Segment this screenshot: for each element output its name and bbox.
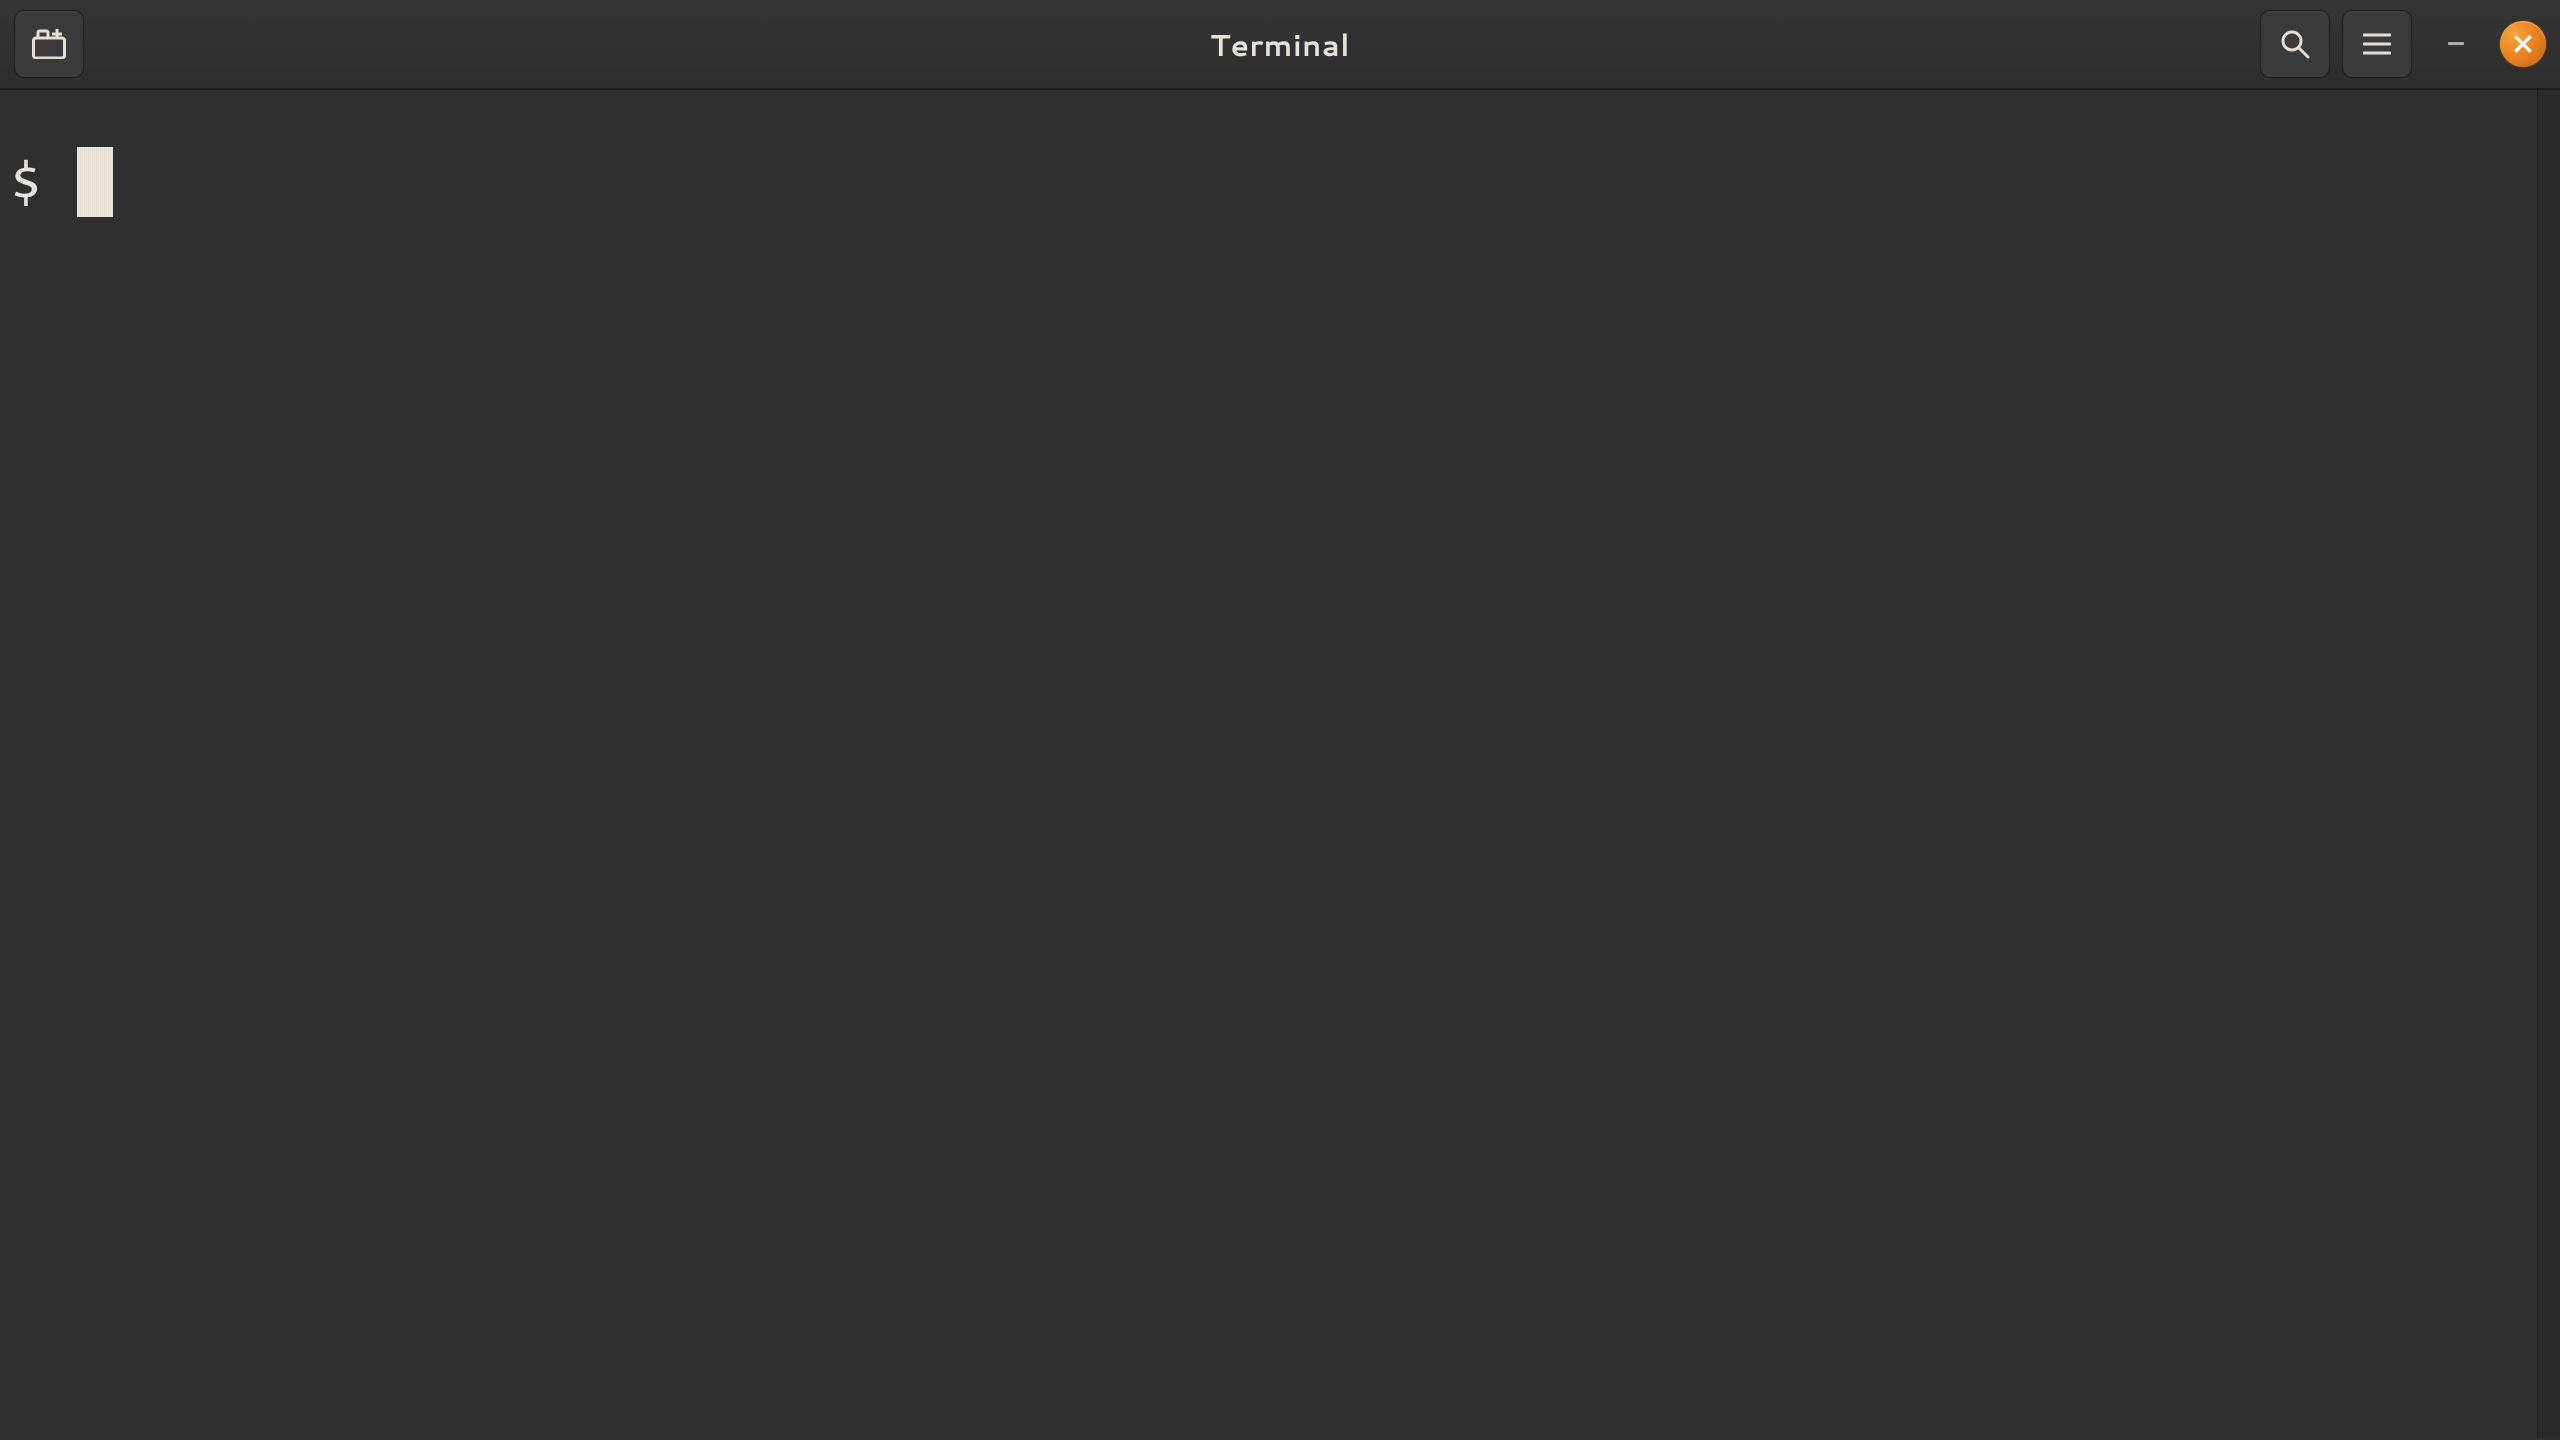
close-button[interactable] [2500,21,2546,67]
terminal-container: $ [0,90,2560,1438]
search-icon [2279,28,2311,60]
vertical-scrollbar[interactable] [2537,90,2560,1438]
minimize-icon: – [2448,25,2464,61]
hamburger-menu-button[interactable] [2342,10,2412,78]
close-icon [2512,33,2534,55]
new-tab-button[interactable] [14,10,84,78]
text-cursor [77,147,113,217]
hamburger-icon [2363,32,2391,56]
window-title: Terminal [0,23,2560,66]
headerbar: Terminal – [0,0,2560,90]
minimize-button[interactable]: – [2424,11,2488,77]
new-tab-icon [32,29,66,59]
headerbar-right-group: – [2260,10,2546,78]
prompt-line: $ [6,144,2537,220]
search-button[interactable] [2260,10,2330,78]
prompt-symbol: $ [6,152,77,212]
terminal-viewport[interactable]: $ [0,90,2537,1438]
headerbar-left-group [14,10,84,78]
